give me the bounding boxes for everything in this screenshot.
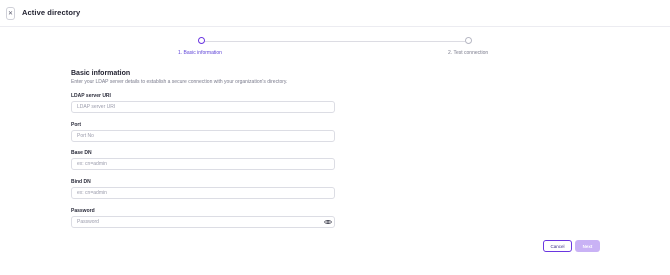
close-button[interactable]: ✕ (6, 7, 15, 20)
base-dn-input[interactable] (71, 158, 335, 170)
step-1-indicator (198, 37, 205, 44)
bind-dn-label: Bind DN (71, 179, 91, 185)
active-directory-page: ✕ Active directory 1. Basic information … (0, 0, 670, 275)
bind-dn-input[interactable] (71, 187, 335, 199)
password-input[interactable] (71, 216, 335, 228)
password-label: Password (71, 208, 95, 214)
stepper-connector (205, 40, 465, 42)
next-button[interactable]: Next (575, 240, 600, 252)
port-label: Port (71, 122, 81, 128)
page-header: ✕ Active directory (0, 0, 670, 27)
step-2-indicator (465, 37, 472, 44)
step-2-label[interactable]: 2. Test connection (448, 50, 488, 56)
cancel-button[interactable]: Cancel (543, 240, 572, 252)
page-title: Active directory (22, 8, 81, 17)
ldap-server-uri-label: LDAP server URI (71, 93, 111, 99)
toggle-password-visibility-button[interactable] (323, 218, 332, 225)
eye-icon (323, 219, 332, 224)
close-icon: ✕ (7, 10, 14, 17)
base-dn-label: Base DN (71, 150, 92, 156)
ldap-server-uri-input[interactable] (71, 101, 335, 113)
port-input[interactable] (71, 130, 335, 142)
stepper: 1. Basic information 2. Test connection (0, 34, 670, 64)
section-title: Basic information (71, 70, 131, 77)
step-1-label[interactable]: 1. Basic information (178, 50, 222, 56)
section-description: Enter your LDAP server details to establ… (71, 79, 288, 85)
